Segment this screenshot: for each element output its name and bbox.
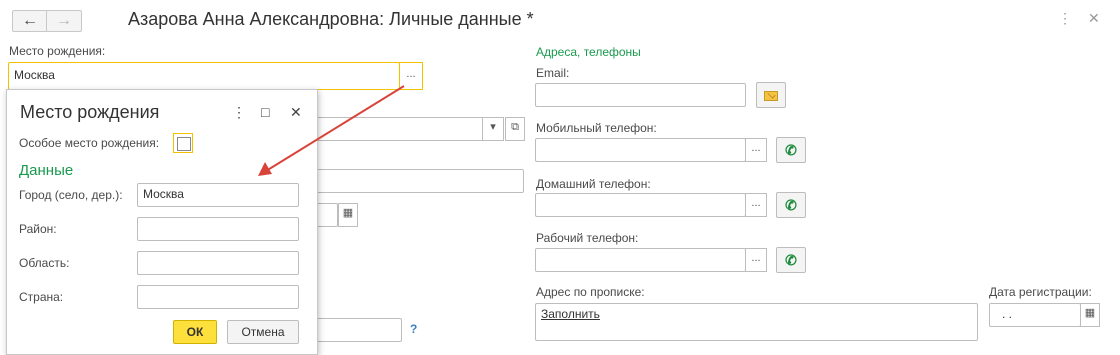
- annotation-arrow: [258, 85, 405, 176]
